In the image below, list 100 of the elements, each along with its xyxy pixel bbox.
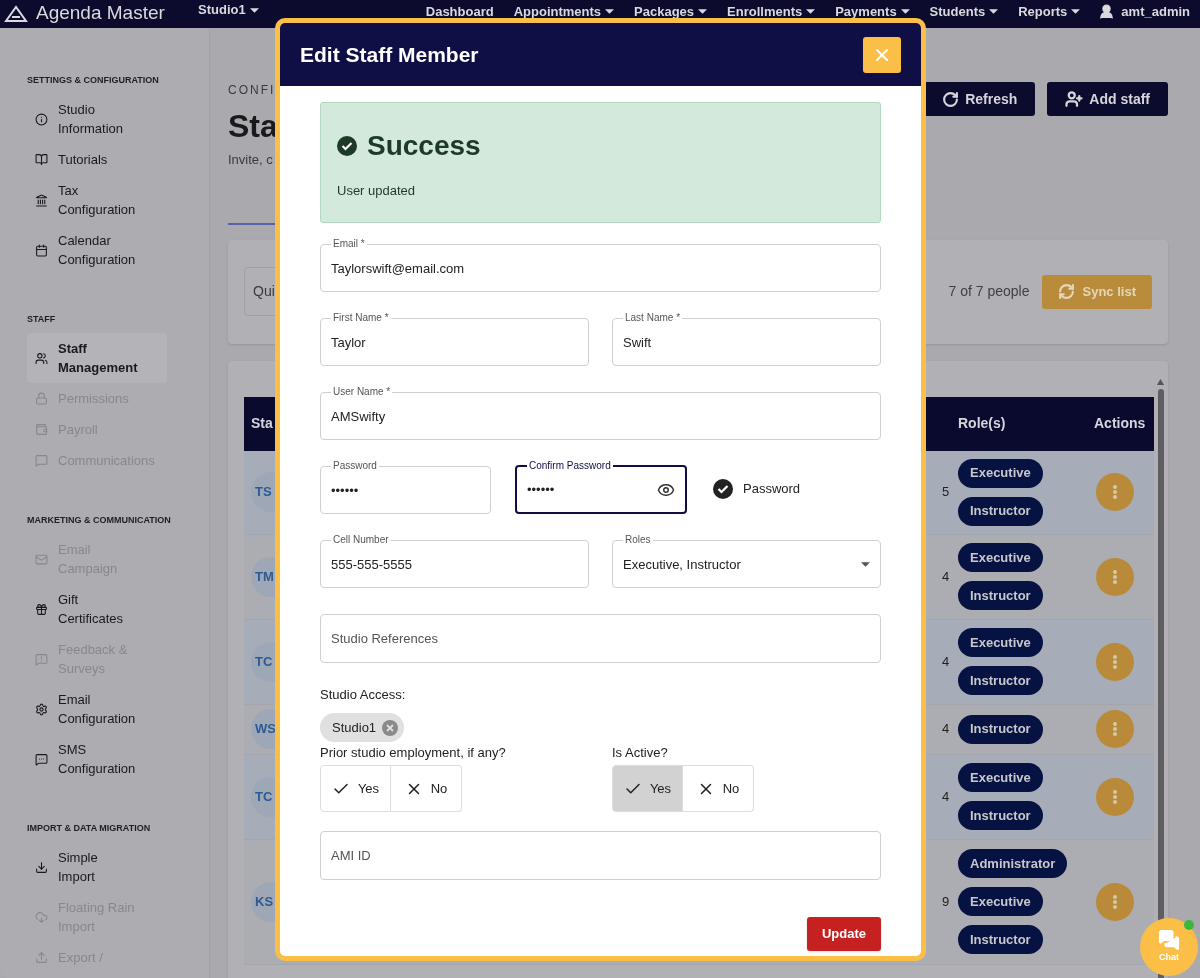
- role-chip: Instructor: [958, 666, 1043, 695]
- lock-icon: [35, 392, 48, 405]
- nav-menu-item[interactable]: Dashboard: [425, 4, 494, 19]
- table-cell-text: 4: [942, 787, 951, 806]
- user-icon: [1098, 3, 1116, 20]
- caret-icon: [861, 562, 870, 567]
- role-chip: Executive: [958, 458, 1043, 488]
- table-cell-text: 5: [942, 483, 951, 502]
- section-heading: STAFF: [27, 313, 57, 326]
- field-label: Last Name *: [624, 312, 682, 324]
- more-icon: [1112, 894, 1117, 909]
- remove-icon[interactable]: [382, 719, 399, 736]
- nav-menu-item[interactable]: Appointments: [513, 4, 615, 19]
- toggle-option[interactable]: No: [391, 765, 462, 812]
- role-chip: Instructor: [958, 925, 1043, 954]
- field-label: Cell Number: [332, 534, 390, 546]
- text-field[interactable]: Password ••••••: [320, 460, 491, 514]
- text-field[interactable]: Confirm Password ••••••: [515, 460, 687, 514]
- feedback-icon: [35, 652, 48, 666]
- sidebar-item[interactable]: Email Configuration: [27, 684, 167, 734]
- caret-icon: [989, 9, 999, 14]
- field-label: First Name *: [332, 312, 390, 324]
- question-label: Prior studio employment, if any?: [320, 745, 507, 761]
- sidebar-item[interactable]: Studio Information: [27, 94, 167, 144]
- toggle-option[interactable]: Yes: [612, 765, 683, 812]
- refresh-button[interactable]: Refresh: [924, 82, 1036, 116]
- field-label: Roles: [624, 534, 652, 546]
- people-icon: [35, 351, 48, 365]
- text-field[interactable]: Last Name * Swift: [612, 312, 881, 366]
- nav-menu-item[interactable]: Enrollments: [727, 4, 816, 19]
- sidebar-item[interactable]: Simple Import: [27, 842, 167, 892]
- section-heading: IMPORT & DATA MIGRATION: [27, 822, 152, 835]
- toggle-option[interactable]: Yes: [320, 765, 391, 812]
- column-header: Sta: [250, 414, 274, 433]
- text-field[interactable]: AMI ID: [320, 831, 881, 880]
- bank-icon: [35, 193, 48, 207]
- nav-menu-item[interactable]: Packages: [634, 4, 708, 19]
- sidebar-item[interactable]: Calendar Configuration: [27, 225, 167, 275]
- role-chip: Administrator: [958, 849, 1068, 878]
- column-header: Actions: [1094, 414, 1147, 433]
- text-field[interactable]: Email * Taylorswift@email.com: [320, 238, 881, 292]
- sidebar-item[interactable]: Tutorials: [27, 144, 167, 175]
- text-field[interactable]: Studio References: [320, 614, 881, 663]
- table-cell-text: 4: [942, 720, 951, 739]
- role-chip: Instructor: [958, 714, 1043, 744]
- role-chip: Executive: [958, 628, 1043, 657]
- actions-button[interactable]: [1095, 710, 1134, 748]
- sidebar-item[interactable]: Staff Management: [27, 333, 167, 383]
- toggle-option[interactable]: No: [683, 765, 754, 812]
- mail-icon: [35, 552, 48, 566]
- actions-button[interactable]: [1095, 642, 1134, 681]
- calendar-icon: [35, 243, 48, 257]
- text-field[interactable]: First Name * Taylor: [320, 312, 589, 366]
- close-button[interactable]: [863, 36, 901, 73]
- nav-menu-item[interactable]: Reports: [1018, 4, 1081, 19]
- eye-icon[interactable]: [657, 481, 675, 499]
- table-cell-text: 4: [942, 567, 951, 586]
- text-field[interactable]: User Name * AMSwifty: [320, 386, 881, 440]
- field-label: Confirm Password: [528, 460, 612, 472]
- studio-chip: Studio1: [320, 713, 405, 742]
- roles-select[interactable]: Roles Executive, Instructor: [612, 534, 881, 588]
- chat-icon: [1158, 929, 1180, 952]
- sidebar-item[interactable]: SMS Configuration: [27, 734, 167, 784]
- sidebar-item[interactable]: Tax Configuration: [27, 175, 167, 225]
- role-chip: Instructor: [958, 496, 1043, 526]
- caret-icon: [249, 7, 259, 13]
- nav-menu-item[interactable]: Students: [929, 4, 999, 19]
- section-heading: SETTINGS & CONFIGURATION: [27, 74, 160, 87]
- book-icon: [35, 153, 48, 166]
- section-heading: MARKETING & COMMUNICATION: [27, 514, 172, 527]
- info-icon: [35, 112, 48, 126]
- sidebar-item[interactable]: Gift Certificates: [27, 584, 167, 634]
- more-icon: [1112, 789, 1117, 804]
- add-staff-button[interactable]: Add staff: [1047, 82, 1168, 116]
- question-label: Is Active?: [612, 745, 669, 761]
- password-match-label: Password: [743, 480, 801, 499]
- more-icon: [1112, 569, 1117, 584]
- add-person-icon: [1065, 90, 1084, 108]
- nav-menu-item[interactable]: Payments: [835, 4, 910, 19]
- gift-icon: [35, 602, 48, 616]
- actions-button[interactable]: [1095, 777, 1134, 816]
- actions-button[interactable]: [1095, 473, 1134, 511]
- column-header: Role(s): [958, 414, 1007, 433]
- actions-button[interactable]: [1095, 557, 1134, 596]
- cloud-download-icon: [35, 910, 48, 924]
- update-button[interactable]: Update: [806, 917, 881, 951]
- message-icon: [35, 454, 48, 467]
- studio-menu[interactable]: Studio1: [198, 3, 259, 17]
- people-count: 7 of 7 people: [948, 282, 1030, 301]
- role-chip: Instructor: [958, 801, 1043, 830]
- more-icon: [1112, 654, 1117, 669]
- sync-icon: [1057, 283, 1075, 300]
- actions-button[interactable]: [1095, 882, 1134, 921]
- alert-title: Success: [367, 128, 481, 163]
- role-chip: Executive: [958, 887, 1043, 916]
- user-menu[interactable]: amt_admin: [1098, 3, 1190, 20]
- chat-bubble-icon: [35, 752, 48, 766]
- check-circle-icon: [337, 135, 357, 156]
- role-chip: Executive: [958, 543, 1043, 572]
- text-field[interactable]: Cell Number 555-555-5555: [320, 534, 589, 588]
